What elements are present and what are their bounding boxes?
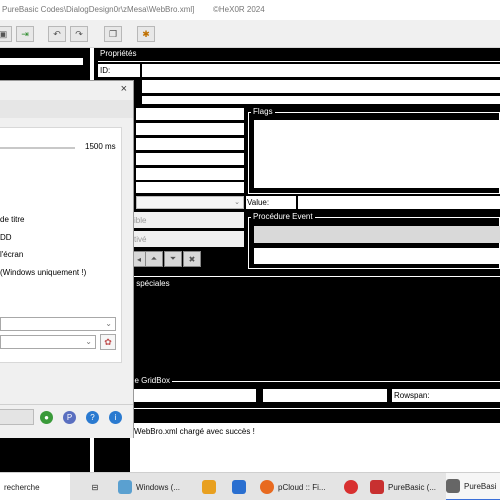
delay-slider[interactable] — [0, 147, 75, 149]
delete-icon[interactable]: ✖ — [183, 251, 201, 267]
option-title[interactable]: de titre — [0, 215, 24, 224]
event-label: Procédure Event — [251, 212, 315, 221]
event-field[interactable] — [254, 248, 500, 264]
gridbox-field-2[interactable] — [263, 389, 387, 402]
value-label: Value: — [247, 198, 270, 207]
special-divider — [130, 276, 500, 277]
undo-icon[interactable]: ↶ — [48, 26, 66, 42]
vivaldi-icon[interactable] — [342, 473, 360, 500]
prop-row-3[interactable] — [136, 138, 244, 150]
app-window: PureBasic Codes\DialogDesign0r\zMesa\Web… — [0, 0, 500, 500]
taskbar-item-purebasic[interactable]: PureBasic (... — [370, 473, 442, 500]
special-label: s spéciales — [128, 279, 172, 288]
purebasic-icon — [370, 480, 384, 494]
copyright-text: ©HeX0R 2024 — [213, 5, 265, 14]
gridbox-divider — [134, 381, 500, 382]
help-icon[interactable]: ? — [86, 411, 99, 424]
move-up-icon[interactable]: ⏶ — [145, 251, 163, 267]
id-row: ID: — [98, 64, 140, 77]
palette-icon[interactable]: ✿ — [100, 334, 116, 350]
dialog-footer: ● P ? i — [0, 404, 133, 438]
status-area: WebBro.xml chargé avec succès ! — [130, 423, 500, 472]
firefox-icon — [260, 480, 274, 494]
dialog-panel: 1500 ms de titre DD l'écran (Windows uni… — [0, 127, 122, 363]
prop-row-4[interactable] — [136, 153, 244, 165]
windows-app-icon — [118, 480, 132, 494]
export-icon[interactable]: ⇥ — [16, 26, 34, 42]
rowspan-field[interactable]: Rowspan: — [392, 389, 500, 402]
dialog-combo-1[interactable]: ⌄ — [0, 317, 116, 331]
prop-row-2[interactable] — [136, 123, 244, 135]
option-screen[interactable]: l'écran — [0, 250, 23, 259]
value-label-box: Value: — [246, 196, 296, 209]
forum-icon[interactable]: P — [63, 411, 76, 424]
gridbox-bottom-line — [134, 408, 500, 409]
store-icon[interactable] — [200, 473, 218, 500]
status-message: WebBro.xml chargé avec succès ! — [134, 427, 255, 436]
visible-checkbox[interactable]: ible — [134, 212, 244, 228]
close-icon[interactable]: × — [121, 83, 127, 95]
task-view-icon[interactable]: ⊟ — [86, 473, 104, 500]
prop-row-1[interactable] — [136, 108, 244, 120]
prop-row-5[interactable] — [136, 168, 244, 180]
info-icon[interactable]: i — [109, 411, 122, 424]
prop-field-3[interactable] — [142, 96, 500, 104]
active-checkbox[interactable]: tivé — [134, 231, 244, 247]
chevron-down-icon: ⌄ — [105, 319, 112, 328]
move-down-icon[interactable]: ⏷ — [164, 251, 182, 267]
option-windows-only[interactable]: (Windows uniquement !) — [0, 268, 86, 277]
mail-icon[interactable] — [230, 473, 248, 500]
settings-icon[interactable]: ✱ — [137, 26, 155, 42]
redo-icon[interactable]: ↷ — [70, 26, 88, 42]
preferences-dialog: × 1500 ms de titre DD l'écran (Windows u… — [0, 80, 134, 438]
value-combo[interactable]: ⌄ — [136, 196, 244, 209]
copy-icon[interactable]: ❐ — [104, 26, 122, 42]
globe-icon[interactable]: ● — [40, 411, 53, 424]
gridbox-colspan-field[interactable] — [134, 389, 256, 402]
flags-label: Flags — [251, 107, 275, 116]
taskbar-item-pcloud[interactable]: pCloud :: Fi... — [260, 473, 330, 500]
id-field[interactable] — [142, 64, 500, 77]
save-icon[interactable]: ▣ — [0, 26, 12, 42]
prop-row-6[interactable] — [136, 182, 244, 193]
dialog-combo-2[interactable]: ⌄ — [0, 335, 96, 349]
flags-list[interactable] — [254, 120, 500, 188]
ok-button[interactable] — [0, 409, 34, 425]
slider-value: 1500 ms — [85, 142, 116, 151]
chevron-down-icon: ⌄ — [234, 199, 240, 206]
text-field[interactable] — [142, 80, 500, 93]
title-bar: PureBasic Codes\DialogDesign0r\zMesa\Web… — [0, 0, 500, 20]
search-label: recherche — [4, 482, 40, 492]
canvas-strip — [0, 58, 83, 65]
chevron-down-icon: ⌄ — [85, 337, 92, 346]
gridbox-label: de GridBox — [128, 376, 173, 385]
search-box[interactable]: recherche — [0, 473, 70, 500]
window-title: PureBasic Codes\DialogDesign0r\zMesa\Web… — [2, 5, 195, 14]
properties-header: Propriétés — [100, 49, 137, 58]
dialog-band — [0, 100, 133, 118]
tools-icon — [446, 479, 460, 493]
taskbar: recherche ⊟ Windows (... pCloud :: Fi...… — [0, 472, 500, 500]
option-dd[interactable]: DD — [0, 233, 12, 242]
taskbar-item-purebasic-active[interactable]: PureBasi — [446, 473, 500, 500]
event-combo[interactable] — [254, 226, 500, 243]
rowspan-label: Rowspan: — [394, 391, 430, 400]
header-divider — [98, 61, 500, 62]
toolbar: ▣ ⇥ ↶ ↷ ❐ ✱ — [0, 20, 500, 48]
taskbar-item-windows[interactable]: Windows (... — [118, 473, 198, 500]
id-label: ID: — [100, 66, 111, 75]
value-field[interactable] — [298, 196, 500, 209]
